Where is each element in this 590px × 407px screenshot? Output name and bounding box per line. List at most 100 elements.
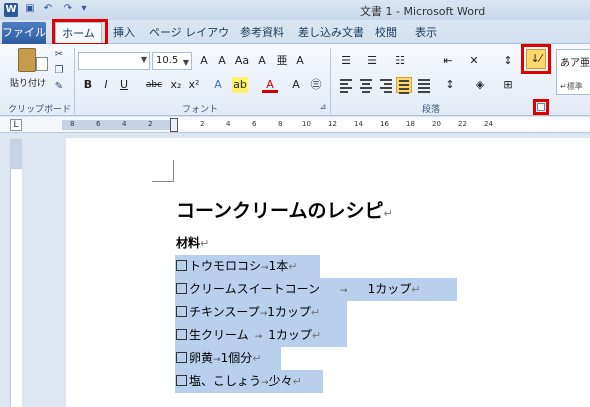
align-center-icon[interactable] xyxy=(358,77,374,93)
grow-font-icon[interactable]: A xyxy=(196,53,212,69)
tab-review[interactable]: 校閲 xyxy=(374,22,398,44)
clipboard-group-label: クリップボード xyxy=(8,105,72,115)
cut-icon[interactable]: ✂ xyxy=(52,48,66,62)
ruler-tick: 20 xyxy=(432,120,441,128)
ingredient-amount: 1カップ xyxy=(268,328,312,342)
customize-qa-icon[interactable]: ▾ xyxy=(78,3,90,15)
tab-references[interactable]: 参考資料 xyxy=(236,22,288,44)
shading-icon[interactable]: ◈ xyxy=(472,77,488,93)
line-spacing-icon[interactable]: ↕ xyxy=(442,77,458,93)
ruler-tick: 14 xyxy=(354,120,363,128)
enclose-char-icon[interactable]: ㊂ xyxy=(308,77,324,93)
vertical-ruler-track xyxy=(10,139,22,407)
group-separator xyxy=(330,48,331,114)
show-hide-highlight-frame xyxy=(521,44,551,74)
title-bar: W ▣ ↶ ↷ ▾ 文書 1 - Microsoft Word xyxy=(0,0,590,20)
margin-corner-mark xyxy=(152,160,174,182)
ruler-tick: 24 xyxy=(484,120,493,128)
bullets-icon[interactable]: ☰ xyxy=(338,53,354,69)
sort-icon[interactable]: ↕ xyxy=(500,53,516,69)
ingredient-amount: 1個分 xyxy=(220,351,253,365)
redo-icon[interactable]: ↷ xyxy=(62,3,74,15)
underline-button[interactable]: U xyxy=(116,77,132,93)
word-app-icon[interactable]: W xyxy=(4,3,18,17)
ruler-tick: 10 xyxy=(302,120,311,128)
borders-icon[interactable]: ⊞ xyxy=(500,77,516,93)
char-shading-icon[interactable]: A xyxy=(288,77,304,93)
char-border-icon[interactable]: A xyxy=(292,53,308,69)
ingredient-line[interactable]: 塩、こしょう→少々↵ xyxy=(175,370,323,393)
ingredient-amount: 少々 xyxy=(268,374,293,388)
paste-button[interactable]: 貼り付け xyxy=(8,48,48,98)
vertical-ruler xyxy=(0,133,24,407)
align-right-icon[interactable] xyxy=(378,77,394,93)
ingredient-name: 卵黄 xyxy=(189,351,214,365)
ingredient-name: 塩、こしょう xyxy=(189,374,262,388)
document-title[interactable]: コーンクリームのレシピ↵ xyxy=(176,196,393,223)
ruler-tick: 8 xyxy=(278,120,283,128)
tab-selector-icon[interactable]: L xyxy=(10,119,22,131)
font-dialog-launcher-icon[interactable]: ⊿ xyxy=(316,100,330,114)
strikethrough-button[interactable]: abc xyxy=(144,77,164,93)
phonetic-guide-icon[interactable]: 亜 xyxy=(274,53,290,69)
ruler-tick: 2 xyxy=(148,120,153,128)
subscript-button[interactable]: x₂ xyxy=(168,77,184,93)
ruler-tick: 4 xyxy=(122,120,127,128)
ruler-tick: 2 xyxy=(200,120,205,128)
materials-heading[interactable]: 材料↵ xyxy=(176,234,209,251)
clipboard-icon xyxy=(18,48,48,72)
italic-button[interactable]: I xyxy=(98,77,114,93)
format-painter-icon[interactable]: ✎ xyxy=(52,80,66,94)
paragraph-group-label: 段落 xyxy=(422,105,441,115)
text-effects-icon[interactable]: A xyxy=(210,77,226,93)
change-case-icon[interactable]: Aa xyxy=(234,53,250,69)
decrease-indent-icon[interactable]: ⇤ xyxy=(440,53,456,69)
tab-view[interactable]: 表示 xyxy=(412,22,440,44)
copy-icon[interactable]: ❐ xyxy=(52,64,66,78)
checkbox-icon xyxy=(176,260,187,271)
ingredient-line[interactable]: 卵黄→1個分↵ xyxy=(175,347,281,370)
ribbon-home: 貼り付け ✂ ❐ ✎ クリップボード ▼ 10.5 ▼ A A Aa A 亜 A… xyxy=(0,44,590,116)
ingredient-line[interactable]: クリームスイートコーン → 1カップ↵ xyxy=(175,278,457,301)
ingredient-line[interactable]: 生クリーム → 1カップ↵ xyxy=(175,324,347,347)
font-name-combo[interactable]: ▼ xyxy=(78,52,150,70)
font-color-icon[interactable]: A xyxy=(262,77,278,93)
clear-format-icon[interactable]: A xyxy=(254,53,270,69)
checkbox-icon xyxy=(176,375,187,386)
paste-label: 貼り付け xyxy=(9,79,46,89)
tab-page-layout[interactable]: ページ レイアウト xyxy=(148,22,230,61)
ingredient-name: チキンスープ xyxy=(189,305,260,319)
styles-gallery[interactable]: あア亜 ↵標準 xyxy=(556,49,590,95)
tab-insert[interactable]: 挿入 xyxy=(110,22,138,44)
undo-icon[interactable]: ↶ xyxy=(42,3,54,15)
ruler-tick: 22 xyxy=(458,120,467,128)
checkbox-icon xyxy=(176,352,187,363)
tab-mailings[interactable]: 差し込み文書 xyxy=(296,22,366,44)
asian-layout-icon[interactable]: ✕ xyxy=(466,53,482,69)
document-page[interactable]: コーンクリームのレシピ↵ 材料↵ トウモロコシ→1本↵ クリームスイートコーン →… xyxy=(66,138,590,407)
font-size-value: 10.5 xyxy=(156,55,179,66)
align-justify-icon[interactable] xyxy=(396,77,412,94)
multilevel-list-icon[interactable]: ☷ xyxy=(392,53,408,69)
font-size-combo[interactable]: 10.5 ▼ xyxy=(152,52,192,70)
highlight-icon[interactable]: ab xyxy=(232,77,248,93)
tab-file[interactable]: ファイル xyxy=(2,22,46,44)
shrink-font-icon[interactable]: A xyxy=(214,53,230,69)
align-left-icon[interactable] xyxy=(338,77,354,93)
ingredient-line[interactable]: チキンスープ→1カップ↵ xyxy=(175,301,347,324)
ruler-tick: 18 xyxy=(406,120,415,128)
bold-button[interactable]: B xyxy=(80,77,96,93)
window-title: 文書 1 - Microsoft Word xyxy=(360,5,486,18)
distributed-icon[interactable] xyxy=(416,77,432,93)
save-icon[interactable]: ▣ xyxy=(24,3,36,15)
superscript-button[interactable]: x² xyxy=(186,77,202,93)
style-sample: あア亜 xyxy=(560,58,590,69)
checkbox-icon xyxy=(176,306,187,317)
home-tab-highlight-frame xyxy=(52,19,108,46)
ingredient-line[interactable]: トウモロコシ→1本↵ xyxy=(175,255,320,278)
horizontal-ruler[interactable]: L 8 6 4 2 2 4 6 8 10 12 14 16 18 20 22 2… xyxy=(0,117,590,133)
numbering-icon[interactable]: ☰ xyxy=(364,53,380,69)
indent-marker[interactable] xyxy=(170,118,178,132)
ruler-tick: 16 xyxy=(380,120,389,128)
ruler-tick: 8 xyxy=(70,120,75,128)
